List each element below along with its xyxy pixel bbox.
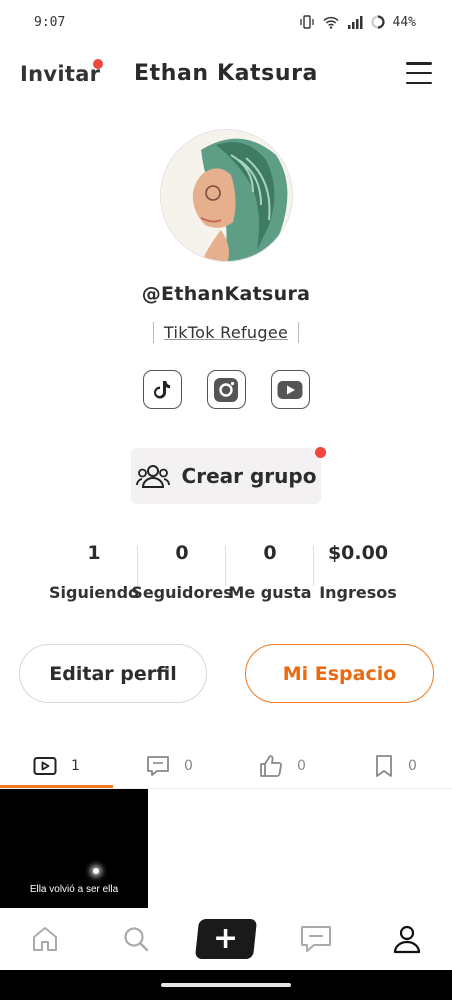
stat-earnings[interactable]: $0.00 Ingresos	[314, 542, 402, 602]
home-gesture-pill[interactable]	[161, 983, 291, 987]
system-navigation-bar	[0, 970, 452, 1000]
search-icon	[123, 927, 148, 952]
bio-text: TikTok Refugee	[163, 323, 289, 342]
bookmark-icon	[376, 755, 392, 777]
profile-icon	[393, 925, 420, 954]
group-icon	[135, 465, 170, 488]
tab-count: 0	[184, 758, 193, 774]
nav-messages[interactable]	[271, 925, 361, 953]
youtube-icon	[277, 380, 303, 399]
status-time: 9:07	[34, 14, 66, 30]
tab-count: 0	[297, 758, 306, 774]
vibrate-icon	[299, 15, 314, 29]
my-space-button[interactable]: Mi Espacio	[245, 644, 434, 703]
comment-icon	[147, 756, 169, 776]
profile-bio: TikTok Refugee	[152, 322, 300, 343]
stat-label: Me gusta	[228, 583, 312, 602]
nav-profile[interactable]	[362, 924, 452, 954]
profile-header: Invitar Ethan Katsura	[0, 52, 452, 98]
signal-icon	[347, 15, 363, 29]
tab-saved[interactable]: 0	[339, 745, 452, 787]
edit-profile-button[interactable]: Editar perfil	[19, 644, 207, 703]
profile-stats: 1 Siguiendo 0 Seguidores 0 Me gusta $0.0…	[48, 542, 402, 608]
instagram-button[interactable]	[206, 370, 246, 409]
invite-notification-dot	[93, 59, 103, 69]
profile-handle: @EthanKatsura	[141, 283, 311, 305]
stat-label: Ingresos	[319, 583, 397, 602]
create-post-button[interactable]: +	[194, 919, 258, 959]
stat-value: 0	[175, 542, 189, 564]
like-icon	[260, 755, 282, 777]
battery-level: 44%	[392, 14, 416, 30]
stat-following[interactable]: 1 Siguiendo	[48, 542, 140, 602]
status-bar: 9:07 44%	[0, 0, 452, 44]
nav-search[interactable]	[90, 925, 180, 953]
nav-home[interactable]	[0, 925, 90, 953]
social-links	[0, 370, 452, 409]
messages-icon	[301, 926, 332, 952]
wifi-icon	[322, 16, 339, 29]
menu-button[interactable]	[406, 62, 432, 84]
stat-value: $0.00	[327, 542, 389, 564]
bottom-nav: +	[0, 908, 452, 970]
create-group-label: Crear grupo	[181, 464, 317, 488]
youtube-button[interactable]	[270, 370, 310, 409]
tab-count: 0	[408, 758, 417, 774]
stat-value: 0	[263, 542, 277, 564]
tiktok-icon	[154, 380, 170, 398]
create-group-notification-dot	[315, 447, 326, 458]
avatar[interactable]	[160, 129, 293, 262]
menu-line	[406, 62, 432, 65]
bio-container: TikTok Refugee	[0, 322, 452, 343]
stat-value: 1	[87, 542, 101, 564]
avatar-illustration	[161, 130, 292, 261]
plus-icon: +	[213, 921, 239, 956]
instagram-icon	[214, 377, 238, 402]
tiktok-button[interactable]	[142, 370, 182, 409]
stat-label: Seguidores	[131, 583, 233, 602]
create-group-button[interactable]: Crear grupo	[131, 448, 321, 504]
video-thumbnail[interactable]: Ella volvió a ser ella	[0, 789, 148, 908]
tab-count: 1	[71, 758, 80, 774]
menu-line	[406, 81, 432, 84]
stat-label: Siguiendo	[48, 583, 140, 602]
video-icon	[33, 757, 57, 775]
tab-videos[interactable]: 1	[0, 745, 113, 787]
invite-button[interactable]: Invitar	[20, 62, 100, 86]
battery-icon	[370, 15, 385, 29]
stat-likes[interactable]: 0 Me gusta	[226, 542, 314, 602]
video-caption: Ella volvió a ser ella	[29, 884, 119, 895]
menu-line	[406, 71, 432, 75]
stat-followers[interactable]: 0 Seguidores	[131, 542, 232, 602]
tab-likes[interactable]: 0	[226, 745, 339, 787]
home-icon	[33, 927, 58, 951]
content-tabs: 1 0 0 0	[0, 745, 452, 787]
nav-create[interactable]: +	[181, 919, 271, 959]
tab-comments[interactable]: 0	[113, 745, 226, 787]
status-icons: 44%	[299, 15, 416, 30]
video-light-spot	[93, 868, 99, 874]
